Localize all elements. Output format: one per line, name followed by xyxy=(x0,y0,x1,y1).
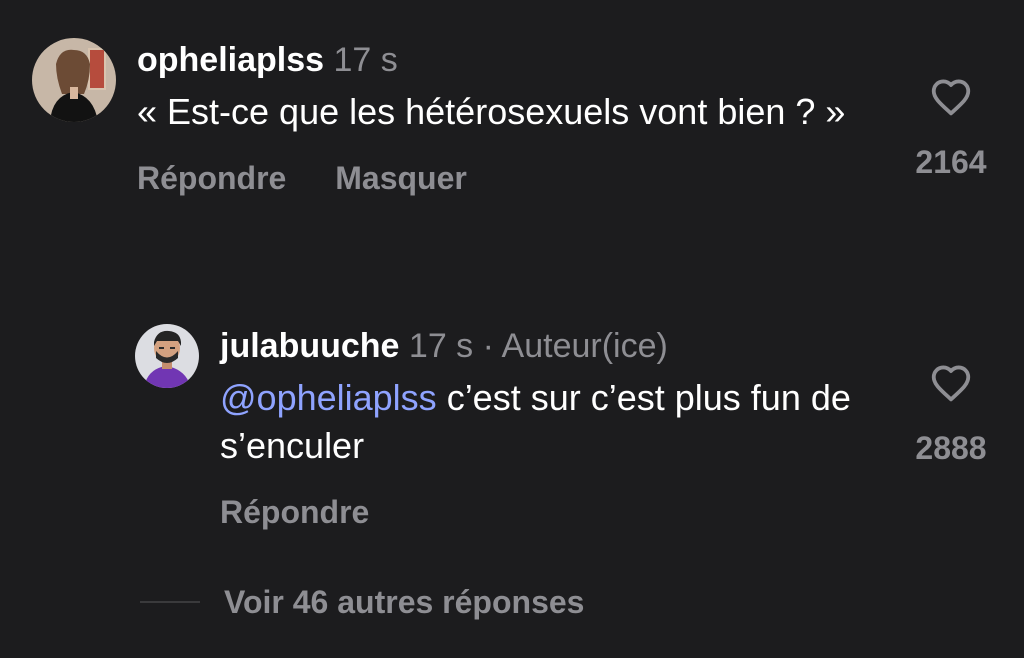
view-more-label: Voir 46 autres réponses xyxy=(224,583,585,620)
hide-button[interactable]: Masquer xyxy=(335,156,467,200)
reply-header: julabuuche 17 s · Auteur(ice) xyxy=(220,324,860,368)
mention-link[interactable]: @opheliaplss xyxy=(220,377,437,418)
view-more-replies[interactable]: Voir 46 autres réponses xyxy=(140,580,584,624)
avatar-photo xyxy=(135,324,199,388)
author-badge: Auteur(ice) xyxy=(501,327,668,365)
timestamp: 17 s xyxy=(408,327,474,365)
heart-outline-icon[interactable] xyxy=(930,78,972,116)
reply-body: julabuuche 17 s · Auteur(ice) @opheliapl… xyxy=(220,324,860,534)
reply-actions: Répondre xyxy=(220,490,860,534)
comment-text: « Est-ce que les hétérosexuels vont bien… xyxy=(137,91,846,132)
like-count: 2164 xyxy=(915,144,987,180)
username[interactable]: opheliaplss xyxy=(137,41,324,79)
comment-body: opheliaplss 17 s « Est-ce que les hétéro… xyxy=(137,38,857,200)
comments-thread: opheliaplss 17 s « Est-ce que les hétéro… xyxy=(0,0,1024,658)
reply-button[interactable]: Répondre xyxy=(137,156,286,200)
separator-dot: · xyxy=(482,327,494,365)
comment-header: opheliaplss 17 s xyxy=(137,38,857,82)
like-group: 2164 xyxy=(896,78,1006,182)
reply-text: @opheliaplss c’est sur c’est plus fun de… xyxy=(220,374,860,470)
like-count: 2888 xyxy=(915,430,987,466)
username[interactable]: julabuuche xyxy=(220,327,399,365)
divider-line xyxy=(140,601,200,603)
reply-button[interactable]: Répondre xyxy=(220,490,369,534)
timestamp: 17 s xyxy=(333,41,398,79)
avatar-photo xyxy=(32,38,116,122)
avatar[interactable] xyxy=(135,324,199,388)
avatar[interactable] xyxy=(32,38,116,122)
like-group: 2888 xyxy=(896,364,1006,468)
heart-outline-icon[interactable] xyxy=(930,364,972,402)
comment-actions: Répondre Masquer xyxy=(137,156,857,200)
